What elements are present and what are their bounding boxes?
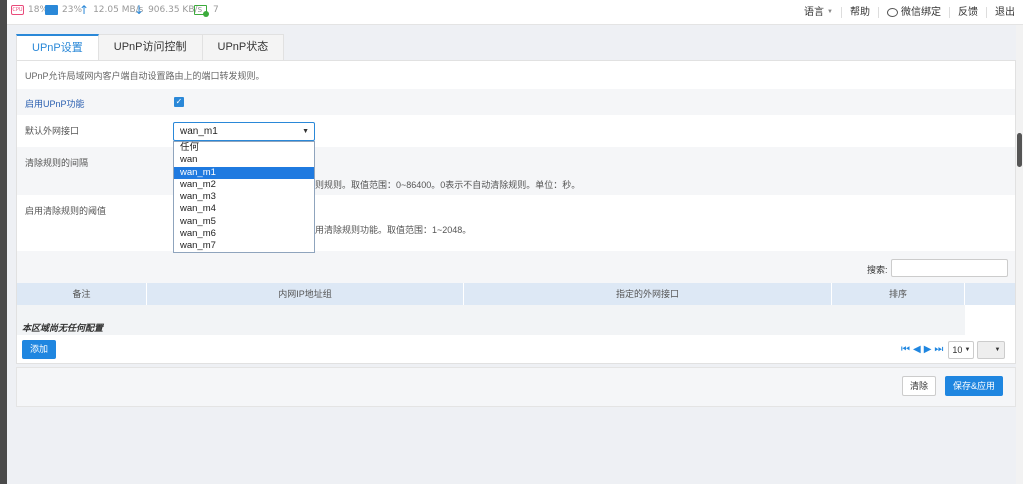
page-number-select[interactable]: ▼ [977,340,1006,359]
add-button[interactable]: 添加 [22,340,56,359]
search-input[interactable] [891,259,1008,277]
top-status-bar: CPU 18% 23% ↑ 12.05 MB/s ↓ 906.35 KB/s 7… [7,0,1023,25]
clear-threshold-label: 启用清除规则的阈值 [25,206,107,216]
devices-value: 7 [213,5,219,15]
upnp-settings-panel: UPnP允许局域网内客户端自动设置路由上的端口转发规则。 启用UPnP功能 ✓ … [16,60,1016,364]
search-row [17,251,1015,283]
first-page-icon[interactable]: ⏮ [901,340,910,359]
clear-threshold-row: 启用清除规则的阈值 用清除规则功能。取值范围：1~2048。 [17,195,1015,251]
table-header: 备注 内网IP地址组 指定的外网接口 排序 [17,283,1015,305]
enable-upnp-row: 启用UPnP功能 ✓ [17,89,1015,115]
wan-interface-select[interactable]: wan_m1 ▼ [173,122,315,141]
chevron-down-icon: ▼ [302,128,309,135]
feedback-label: 反馈 [958,7,978,18]
last-page-icon[interactable]: ⏭ [934,340,943,359]
logout-label: 退出 [995,7,1015,18]
wan-option[interactable]: wan_m6 [174,228,314,240]
save-apply-button[interactable]: 保存&应用 [945,376,1003,396]
clear-threshold-hint: 用清除规则功能。取值范围：1~2048。 [315,225,472,235]
pagination: ⏮ ◀ ▶ ⏭ 10 ▼ ▼ [901,340,1006,359]
wan-interface-row: 默认外网接口 [17,115,1015,147]
language-menu[interactable]: 语言 ▼ [796,7,841,18]
tab-upnp-status[interactable]: UPnP状态 [202,34,285,61]
top-menu: 语言 ▼ 帮助 微信绑定 反馈 退出 [796,0,1023,25]
scrollbar-thumb[interactable] [1017,133,1022,167]
empty-table-text: 本区域尚无任何配置 [22,323,104,333]
left-edge-strip [0,0,7,484]
column-header-actions [965,283,1015,305]
next-page-icon[interactable]: ▶ [924,340,932,359]
chevron-down-icon: ▼ [827,9,833,15]
chevron-down-icon: ▼ [994,346,1001,353]
ram-stat: 23% [45,5,82,15]
help-label: 帮助 [850,7,870,18]
clear-interval-row: 清除规则的间隔 则规则。取值范围：0~86400。0表示不自动清除规则。单位：秒… [17,147,1015,195]
download-arrow-icon: ↓ [134,3,145,17]
column-header-order[interactable]: 排序 [832,283,965,305]
wechat-link[interactable]: 微信绑定 [878,7,949,18]
tab-upnp-settings[interactable]: UPnP设置 [16,34,99,61]
enable-upnp-label: 启用UPnP功能 [25,99,85,109]
devices-stat: 7 [194,5,219,17]
language-label: 语言 [804,7,825,18]
clear-interval-hint: 则规则。取值范围：0~86400。0表示不自动清除规则。单位：秒。 [315,180,581,190]
ram-icon [45,5,58,15]
search-label: 搜索: [867,265,888,275]
clear-interval-label: 清除规则的间隔 [25,158,89,168]
column-header-remark[interactable]: 备注 [17,283,147,305]
cpu-icon: CPU [11,5,24,15]
page-size-value: 10 [952,344,963,355]
help-link[interactable]: 帮助 [841,7,878,18]
page-description: UPnP允许局域网内客户端自动设置路由上的端口转发规则。 [25,71,265,81]
tab-upnp-access-control[interactable]: UPnP访问控制 [98,34,203,61]
wechat-icon [887,8,898,17]
cpu-stat: CPU 18% [11,5,48,15]
wechat-label: 微信绑定 [901,7,941,18]
wan-interface-dropdown: 任何 wan wan_m1 wan_m2 wan_m3 wan_m4 wan_m… [173,141,315,253]
wan-option-selected[interactable]: wan_m1 [174,166,314,179]
wan-interface-value: wan_m1 [180,126,218,137]
wan-option[interactable]: wan_m3 [174,191,314,203]
page-size-select[interactable]: 10 ▼ [948,340,975,359]
logout-link[interactable]: 退出 [986,7,1023,18]
upload-arrow-icon: ↑ [79,3,90,17]
wan-option[interactable]: wan_m7 [174,240,314,252]
column-header-wan-interface[interactable]: 指定的外网接口 [464,283,832,305]
footer-actions-bar [16,367,1016,407]
page-scrollbar[interactable] [1016,25,1023,484]
chevron-down-icon: ▼ [964,346,971,353]
download-stat: ↓ 906.35 KB/s [134,3,202,17]
tab-bar: UPnP设置 UPnP访问控制 UPnP状态 [16,34,285,61]
prev-page-icon[interactable]: ◀ [913,340,921,359]
wan-option[interactable]: wan_m2 [174,179,314,191]
column-header-ip-group[interactable]: 内网IP地址组 [147,283,464,305]
enable-upnp-checkbox[interactable]: ✓ [174,97,184,107]
wan-interface-label: 默认外网接口 [25,126,80,136]
wan-option[interactable]: wan [174,154,314,166]
clear-button[interactable]: 清除 [902,376,936,396]
wan-option[interactable]: wan_m4 [174,203,314,215]
wan-option[interactable]: 任何 [174,142,314,154]
feedback-link[interactable]: 反馈 [949,7,986,18]
devices-icon [194,5,209,17]
wan-option[interactable]: wan_m5 [174,216,314,228]
empty-table-row [17,305,965,335]
